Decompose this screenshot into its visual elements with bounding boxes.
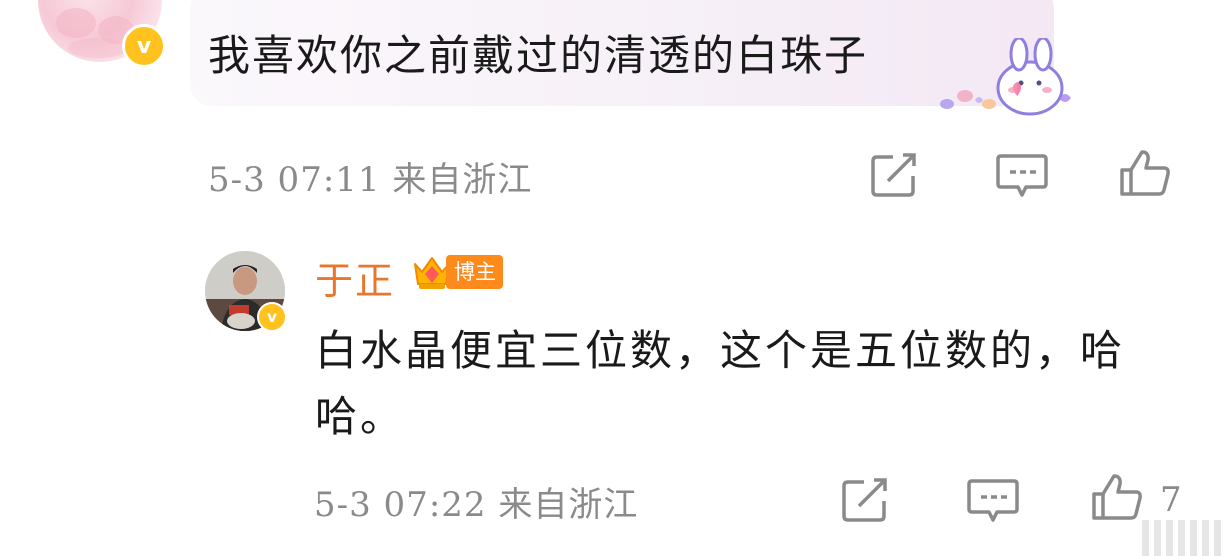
share-icon — [871, 153, 916, 197]
comment-meta: 5-3 07:11 来自浙江 — [208, 160, 533, 200]
share-icon — [842, 478, 887, 522]
watermark — [1142, 520, 1224, 556]
comment-icon — [967, 479, 1019, 522]
bunny-heart-sticker — [935, 36, 1075, 118]
reply-like-button[interactable] — [1090, 472, 1144, 520]
comment-button[interactable] — [995, 152, 1049, 200]
comment-text: 我喜欢你之前戴过的清透的白珠子 — [208, 31, 869, 80]
share-button[interactable] — [869, 150, 923, 198]
like-icon — [1092, 474, 1142, 520]
reply-verified-badge: v — [257, 302, 287, 332]
comment-icon — [996, 154, 1048, 197]
blogger-label: 博主 — [446, 255, 503, 289]
reply-text: 白水晶便宜三位数，这个是五位数的，哈哈。 — [315, 326, 1126, 441]
like-button[interactable] — [1118, 148, 1172, 196]
reply-author-name[interactable]: 于正 — [315, 250, 395, 305]
commenter-verified-badge: v — [122, 24, 166, 68]
reply-share-button[interactable] — [840, 475, 894, 523]
blogger-badge: 博主 — [412, 252, 503, 292]
like-icon — [1120, 150, 1170, 196]
reply-meta: 5-3 07:22 来自浙江 — [314, 485, 639, 525]
reply-comment-button[interactable] — [966, 477, 1020, 525]
reply-like-count: 7 — [1160, 480, 1182, 520]
